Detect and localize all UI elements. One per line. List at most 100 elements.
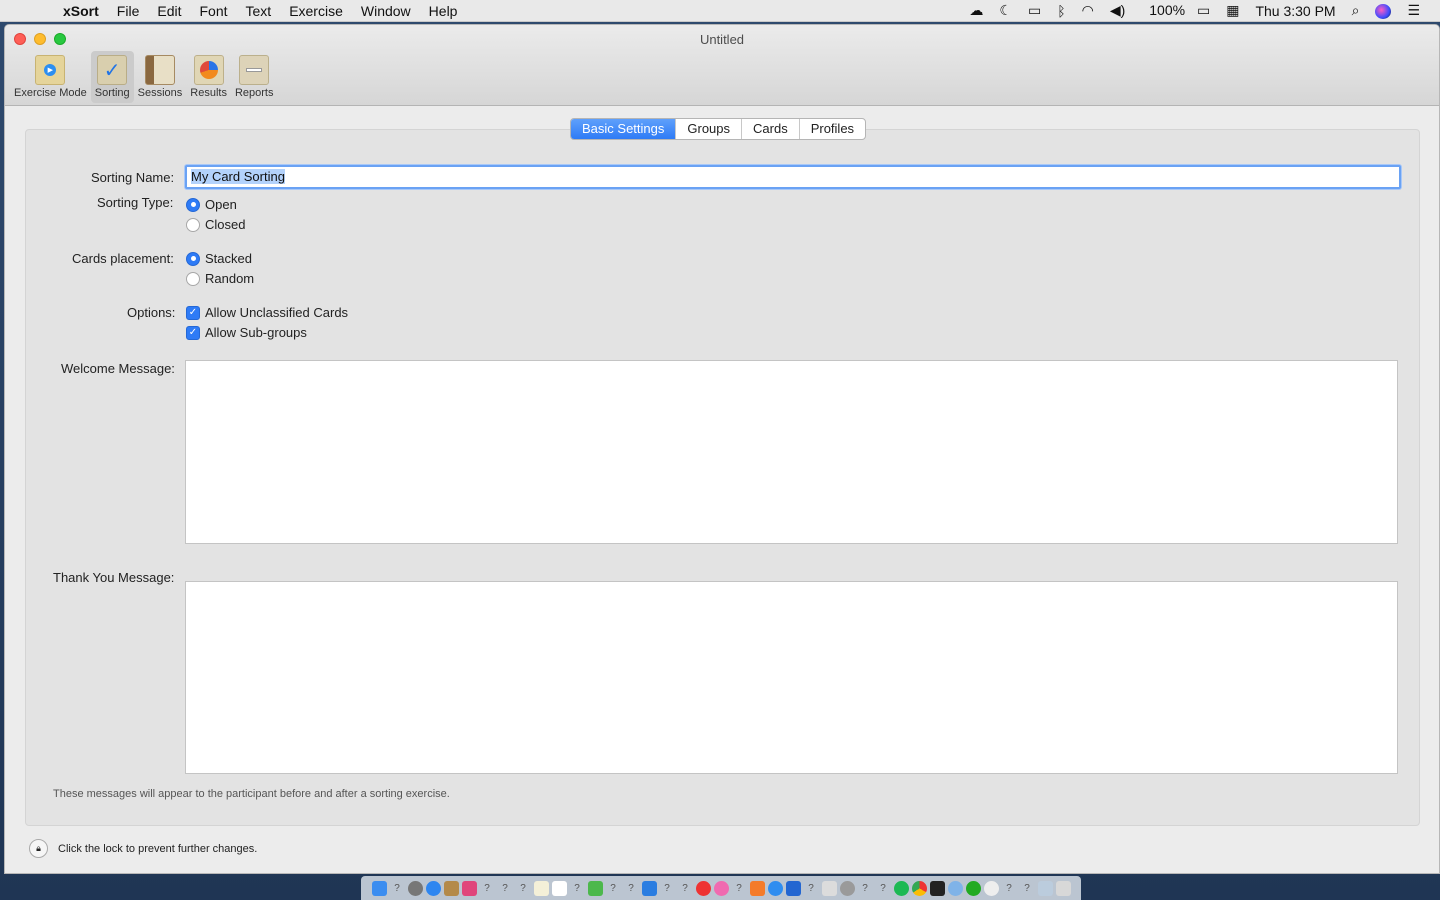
unknown-app-icon[interactable]: ? <box>570 881 585 896</box>
sorting-name-input[interactable]: My Card Sorting <box>185 165 1401 189</box>
tab-groups[interactable]: Groups <box>675 119 741 139</box>
messages-help-note: These messages will appear to the partic… <box>53 788 450 800</box>
unknown-app-icon[interactable]: ? <box>732 881 747 896</box>
moon-icon[interactable]: ☾ <box>991 2 1020 19</box>
creative-cloud-icon[interactable]: ☁ <box>961 2 991 19</box>
sorting-type-open-radio[interactable]: Open <box>186 197 237 212</box>
sorting-type-label: Sorting Type: <box>97 195 174 210</box>
app-store-icon[interactable] <box>767 880 783 896</box>
thank-you-message-textarea[interactable] <box>185 581 1398 774</box>
input-menu-icon[interactable]: ▦ <box>1218 2 1247 19</box>
menu-file[interactable]: File <box>108 3 149 19</box>
lock-bar: 🔒︎ Click the lock to prevent further cha… <box>29 839 257 858</box>
allow-unclassified-cards-checkbox[interactable]: ✓ Allow Unclassified Cards <box>186 305 348 320</box>
stickies-icon[interactable] <box>533 880 549 896</box>
toolbar-sessions[interactable]: Sessions <box>134 51 187 103</box>
clock[interactable]: Thu 3:30 PM <box>1247 3 1343 19</box>
unknown-app-icon[interactable]: ? <box>1002 881 1017 896</box>
launchpad-icon[interactable] <box>407 880 423 896</box>
radio-unselected-icon <box>186 271 200 286</box>
menu-window[interactable]: Window <box>352 3 420 19</box>
calendar-icon[interactable] <box>551 880 567 896</box>
welcome-message-textarea[interactable] <box>185 360 1398 544</box>
unknown-app-icon[interactable]: ? <box>1020 881 1035 896</box>
unknown-app-icon[interactable]: ? <box>876 881 891 896</box>
unknown-app-icon[interactable]: ? <box>516 881 531 896</box>
finder-icon[interactable] <box>371 880 387 896</box>
toolbar: ▶ Exercise Mode ✓ Sorting Sessions Resul… <box>10 51 277 103</box>
blocker-icon[interactable] <box>695 880 711 896</box>
spotlight-search-icon[interactable]: ⌕ <box>1344 2 1368 19</box>
sorting-type-closed-radio[interactable]: Closed <box>186 217 245 232</box>
chrome-icon[interactable] <box>911 880 927 896</box>
music-icon[interactable] <box>713 880 729 896</box>
system-preferences-icon[interactable] <box>839 880 855 896</box>
notification-center-icon[interactable]: ☰ <box>1399 2 1428 19</box>
dock: ? ? ? ? ? ? ? ? ? ? ? ? ? ? ? <box>361 876 1081 900</box>
terminal-icon[interactable] <box>929 880 945 896</box>
unknown-app-icon[interactable]: ? <box>660 881 675 896</box>
content-area: Basic Settings Groups Cards Profiles Sor… <box>5 107 1439 873</box>
lock-icon[interactable]: 🔒︎ <box>29 839 48 858</box>
slack-icon[interactable] <box>461 880 477 896</box>
xcode-icon[interactable] <box>785 880 801 896</box>
checkmark-icon: ✓ <box>186 305 200 320</box>
unknown-app-icon[interactable]: ? <box>390 881 405 896</box>
menu-help[interactable]: Help <box>420 3 467 19</box>
messages-icon[interactable] <box>587 880 603 896</box>
allow-sub-groups-checkbox[interactable]: ✓ Allow Sub-groups <box>186 325 307 340</box>
bluetooth-icon[interactable]: ᛒ <box>1049 3 1073 19</box>
unknown-app-icon[interactable]: ? <box>480 881 495 896</box>
unknown-app-icon[interactable]: ? <box>498 881 513 896</box>
siri-icon[interactable] <box>1367 2 1399 19</box>
menu-edit[interactable]: Edit <box>148 3 190 19</box>
tab-basic-settings[interactable]: Basic Settings <box>571 119 676 139</box>
preview-icon[interactable] <box>821 880 837 896</box>
cards-placement-random-radio[interactable]: Random <box>186 271 254 286</box>
radio-selected-icon <box>186 251 200 266</box>
unknown-app-icon[interactable]: ? <box>858 881 873 896</box>
tab-bar: Basic Settings Groups Cards Profiles <box>570 118 867 140</box>
cards-placement-label: Cards placement: <box>72 251 174 266</box>
chat-icon[interactable] <box>947 880 963 896</box>
vscode-icon[interactable] <box>641 880 657 896</box>
airplay-icon[interactable]: ▭ <box>1020 2 1049 19</box>
status-app-icon[interactable] <box>965 880 981 896</box>
radio-unselected-icon <box>186 217 200 232</box>
menu-exercise[interactable]: Exercise <box>280 3 352 19</box>
battery-status[interactable]: 100% ▭ <box>1133 2 1218 19</box>
toolbar-results[interactable]: Results <box>186 51 231 103</box>
spotify-icon[interactable] <box>893 880 909 896</box>
volume-icon[interactable]: ◀) <box>1102 2 1133 19</box>
unknown-app-icon[interactable]: ? <box>804 881 819 896</box>
wordpress-icon[interactable] <box>983 880 999 896</box>
sorting-icon: ✓ <box>97 55 128 85</box>
reports-icon <box>239 55 270 85</box>
wifi-icon[interactable]: ◠ <box>1074 2 1102 19</box>
unknown-app-icon[interactable]: ? <box>624 881 639 896</box>
sorting-name-label: Sorting Name: <box>91 170 175 185</box>
books-icon[interactable] <box>749 880 765 896</box>
menu-text[interactable]: Text <box>237 3 281 19</box>
menu-font[interactable]: Font <box>190 3 236 19</box>
app-window: Untitled ▶ Exercise Mode ✓ Sorting Sessi… <box>4 24 1440 874</box>
app-menu[interactable]: xSort <box>54 3 108 19</box>
results-icon <box>193 55 224 85</box>
unknown-app-icon[interactable]: ? <box>606 881 621 896</box>
notes-icon[interactable] <box>443 880 459 896</box>
toolbar-exercise-mode[interactable]: ▶ Exercise Mode <box>10 51 91 103</box>
safari-icon[interactable] <box>425 880 441 896</box>
options-label: Options: <box>127 305 176 320</box>
menu-bar: xSort File Edit Font Text Exercise Windo… <box>0 0 1440 22</box>
thank-you-message-label: Thank You Message: <box>53 570 175 585</box>
downloads-folder-icon[interactable] <box>1037 880 1053 896</box>
toolbar-sorting[interactable]: ✓ Sorting <box>90 51 134 103</box>
cards-placement-stacked-radio[interactable]: Stacked <box>186 251 252 266</box>
sessions-icon <box>144 55 175 85</box>
tab-profiles[interactable]: Profiles <box>798 119 865 139</box>
toolbar-reports[interactable]: Reports <box>231 51 278 103</box>
trash-icon[interactable] <box>1055 880 1071 896</box>
checkmark-icon: ✓ <box>186 325 200 340</box>
tab-cards[interactable]: Cards <box>741 119 799 139</box>
unknown-app-icon[interactable]: ? <box>678 881 693 896</box>
